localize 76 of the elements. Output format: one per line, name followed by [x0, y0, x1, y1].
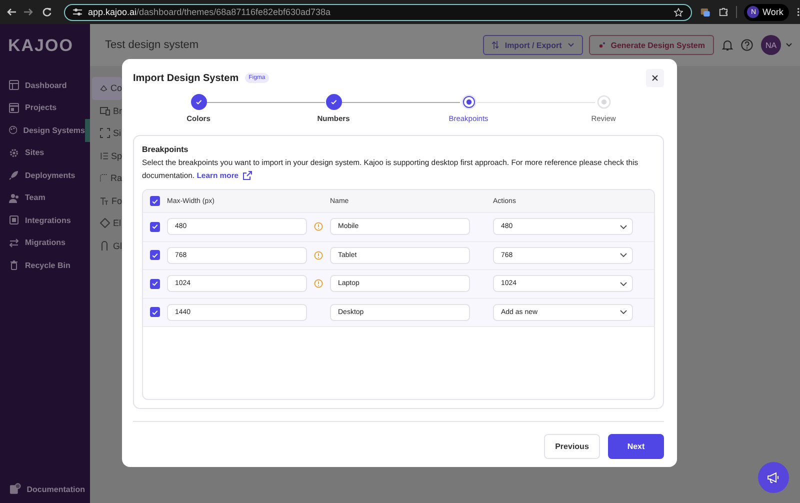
checkbox[interactable] [150, 307, 160, 318]
close-icon [652, 75, 658, 81]
checkbox[interactable] [150, 278, 160, 289]
chevron-down-icon [620, 253, 627, 258]
chevron-down-icon [620, 282, 627, 286]
corner-icon [100, 173, 108, 184]
extension-icon[interactable] [700, 6, 711, 18]
chevron-down-icon[interactable] [786, 43, 792, 47]
logo: KAJOO [7, 36, 74, 57]
shape-icon [100, 240, 110, 251]
sidebar-item[interactable]: Projects [0, 96, 90, 119]
sidebar-item[interactable]: Sites [0, 142, 90, 164]
megaphone-icon [767, 472, 780, 483]
dialog-title: Import Design System [133, 72, 239, 84]
panel-item[interactable]: Gl [92, 234, 122, 257]
panel-item[interactable]: Ra [92, 167, 122, 190]
reload-icon[interactable] [42, 7, 52, 17]
check-icon [152, 310, 158, 315]
panel-item[interactable]: Fo [92, 190, 122, 212]
chevron-down-icon [620, 224, 627, 229]
arrows-icon [9, 238, 19, 248]
text-size-icon [100, 196, 108, 206]
puzzle-icon[interactable] [718, 7, 728, 17]
sort-arrows-icon [492, 41, 499, 49]
generate-design-system-button[interactable]: Generate Design System [588, 35, 714, 55]
panel-item[interactable]: Sp [92, 144, 122, 167]
page-title: Test design system [105, 39, 199, 51]
address-bar[interactable]: app.kajoo.ai/dashboard/themes/68a87116fe82ebf630ad738a [64, 4, 692, 20]
previous-button[interactable]: Previous [544, 434, 600, 459]
section-title: Breakpoints [142, 145, 190, 154]
forward-icon[interactable] [24, 7, 34, 17]
diamond-icon [100, 218, 110, 228]
profile-name: Work [762, 7, 784, 17]
sidebar-item[interactable]: Deployments [0, 164, 90, 186]
check-icon [152, 198, 158, 204]
panel-item[interactable]: Co [92, 77, 122, 100]
list-icon [100, 150, 108, 161]
layout-icon [9, 80, 19, 90]
panel-item[interactable]: El [92, 212, 122, 234]
import-export-button[interactable]: Import / Export [482, 35, 583, 55]
sidebar-item[interactable]: Dashboard [0, 74, 90, 96]
tune-icon [73, 8, 82, 16]
window-icon [9, 102, 19, 113]
user-avatar[interactable]: NA [761, 35, 781, 55]
expand-icon [100, 128, 110, 138]
rocket-icon [9, 170, 19, 180]
checkbox[interactable] [150, 196, 160, 206]
check-icon [152, 281, 158, 286]
devices-icon [100, 106, 110, 116]
check-icon [152, 252, 158, 258]
documentation-link[interactable]: Documentation [0, 481, 90, 497]
checkbox[interactable] [150, 250, 160, 260]
kebab-menu-icon[interactable] [797, 7, 800, 17]
url-text: app.kajoo.ai/dashboard/themes/68a87116fe82ebf630ad738a [88, 7, 332, 17]
sidebar-item[interactable]: Migrations [0, 232, 90, 254]
palette-icon [9, 125, 18, 136]
close-button[interactable] [646, 69, 664, 87]
external-link-icon [242, 171, 252, 180]
checkbox[interactable] [150, 222, 160, 232]
chevron-down-icon [620, 310, 627, 314]
swatch-icon [100, 83, 108, 94]
people-icon [9, 192, 19, 203]
check-icon [152, 224, 158, 230]
panel-item[interactable]: Br [92, 100, 122, 122]
gear-icon [9, 148, 19, 158]
panel-item[interactable]: Si [92, 122, 122, 144]
help-icon[interactable] [741, 39, 753, 51]
sidebar-item[interactable]: Team [0, 186, 90, 209]
sidebar-item[interactable]: Integrations [0, 209, 90, 232]
next-button[interactable]: Next [608, 434, 664, 459]
star-icon[interactable] [674, 8, 683, 16]
sidebar-item[interactable]: Recycle Bin [0, 254, 90, 276]
bell-icon[interactable] [722, 39, 733, 51]
chevron-down-icon [568, 43, 574, 47]
back-icon[interactable] [6, 7, 16, 17]
trash-icon [9, 260, 19, 270]
